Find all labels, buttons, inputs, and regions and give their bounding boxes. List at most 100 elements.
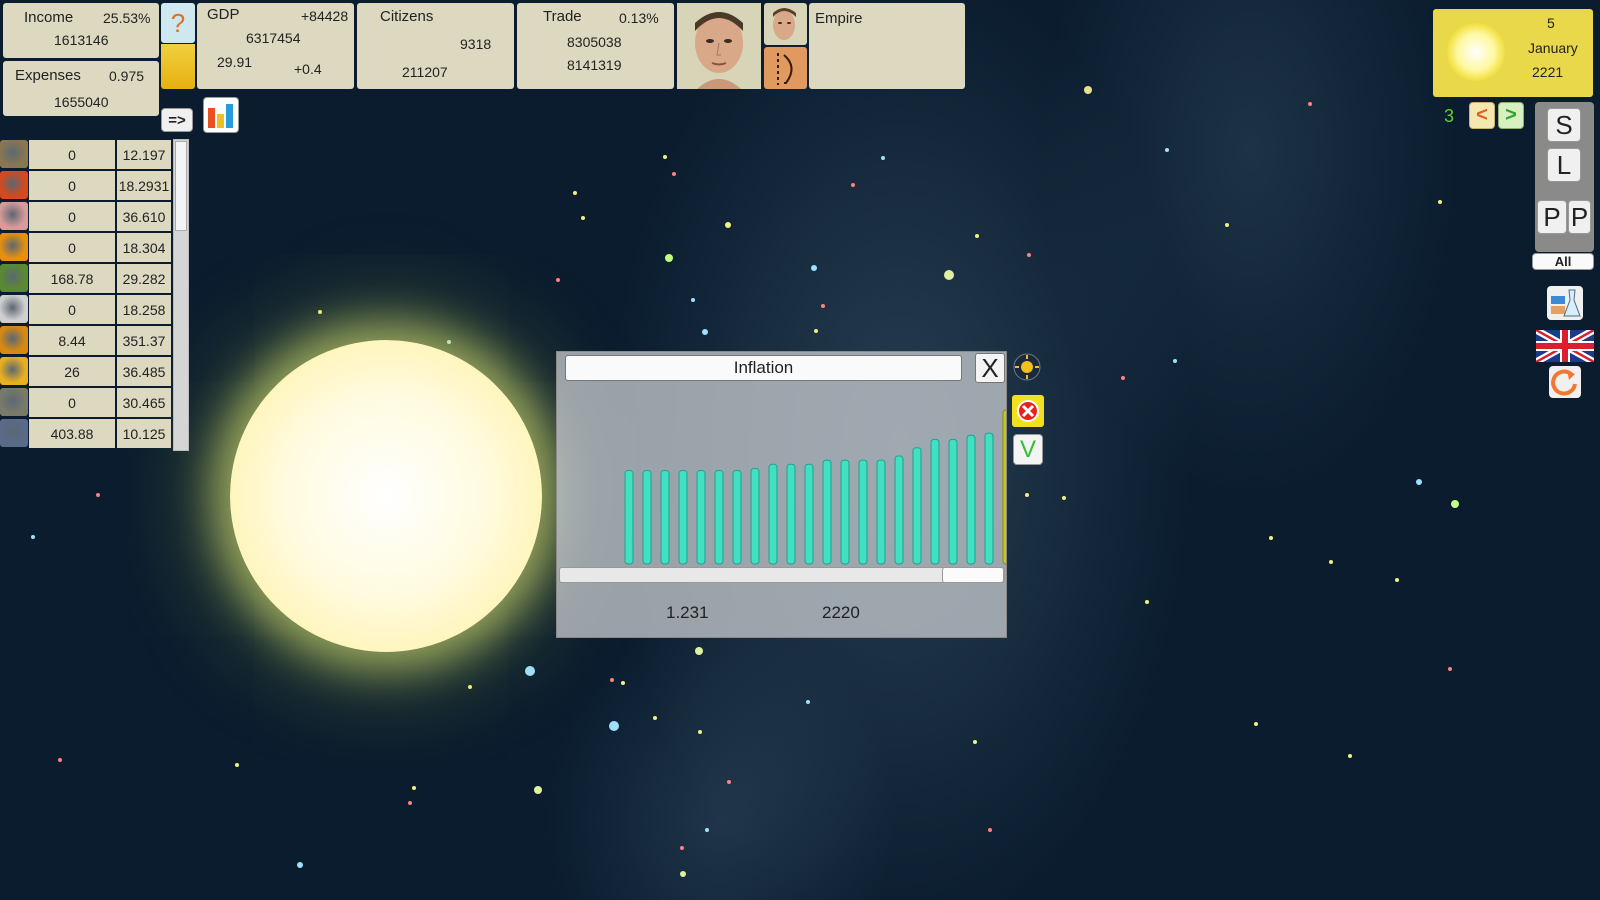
inflation-chart [624,409,1006,565]
trade-panel[interactable]: Trade 0.13% 8305038 8141319 [517,3,674,89]
trade-value-1: 8305038 [567,34,622,50]
resource-row[interactable]: 0 18.304 [0,232,175,262]
bar-chart-icon [208,104,233,128]
income-label: Income [24,9,74,26]
gdp-panel[interactable]: GDP +84428 6317454 29.91 +0.4 [197,3,354,89]
resource-price: 18.258 [117,295,171,324]
inflation-bar[interactable] [858,459,868,565]
advisor-portrait[interactable] [764,3,807,45]
p-button-1-label: P [1543,201,1561,232]
speed-increase-button[interactable]: > [1498,102,1524,129]
cancel-icon [1017,400,1039,422]
resource-row[interactable]: 0 12.197 [0,139,175,169]
leader-face-icon [677,3,761,89]
help-button[interactable]: ? [161,3,195,43]
load-button[interactable]: L [1547,148,1581,182]
chart-settings-button[interactable] [1012,352,1042,382]
inflation-bar[interactable] [732,470,742,565]
inflation-bar[interactable] [984,432,994,565]
inflation-bar[interactable] [930,438,940,565]
citizens-panel[interactable]: Citizens 9318 211207 [357,3,514,89]
resource-row[interactable]: 0 18.2931 [0,170,175,200]
citizens-value-1: 9318 [460,36,492,52]
trade-percent: 0.13% [619,10,659,26]
trade-value-2: 8141319 [567,57,622,73]
empire-label: Empire [815,10,863,27]
expenses-panel[interactable]: Expenses 0.975 1655040 [3,61,159,116]
statistics-button[interactable] [203,97,239,133]
date-panel[interactable]: 5 January 2221 [1433,9,1593,97]
inflation-bar[interactable] [822,459,832,565]
resource-row[interactable]: 0 30.465 [0,387,175,417]
p-button-2[interactable]: P [1568,200,1591,234]
resource-scrollbar[interactable] [173,139,189,451]
all-button[interactable]: All [1532,253,1594,270]
dialog-title: Inflation [565,355,962,381]
inflation-bar[interactable] [750,467,760,565]
inflation-bar[interactable] [804,463,814,565]
citizens-label: Citizens [380,8,434,25]
resource-row[interactable]: 403.88 10.125 [0,418,175,448]
save-button[interactable]: S [1547,108,1581,142]
all-label: All [1554,254,1572,269]
close-label: X [981,352,999,383]
p-button-2-label: P [1570,201,1589,232]
wheat-icon [0,140,28,168]
resource-price: 351.37 [117,326,171,355]
resource-price: 18.304 [117,233,171,262]
inflation-bar[interactable] [624,470,634,565]
selected-value: 1.231 [666,603,709,622]
chart-scrollbar-thumb[interactable] [942,567,1004,583]
date-month: January [1528,40,1578,56]
chart-scrollbar[interactable] [559,567,1005,583]
resource-row[interactable]: 0 36.610 [0,201,175,231]
inflation-bar[interactable] [948,438,958,565]
inflation-bar[interactable] [696,470,706,565]
resource-row[interactable]: 168.78 29.282 [0,263,175,293]
inflation-bar[interactable] [894,455,904,565]
lab-flask-icon [1551,289,1581,317]
income-panel[interactable]: Income 25.53% 1613146 [3,3,159,58]
speed-decrease-label: < [1476,104,1488,126]
expand-button[interactable]: => [161,108,193,132]
diplomacy-button[interactable] [764,47,807,89]
research-button[interactable] [1547,286,1583,320]
resource-scrollbar-thumb[interactable] [175,141,187,231]
leader-portrait[interactable] [677,3,761,89]
resource-price: 29.282 [117,264,171,293]
inflation-bar[interactable] [768,463,778,565]
resource-price: 36.610 [117,202,171,231]
sun-gear-icon [1013,353,1041,381]
meat-icon [0,202,28,230]
p-button-1[interactable]: P [1537,200,1567,234]
happiness-meter [161,44,195,89]
resource-row[interactable]: 0 18.258 [0,294,175,324]
inflation-bar[interactable] [714,470,724,565]
inflation-bar[interactable] [642,470,652,565]
orange-icon [0,233,28,261]
empire-panel[interactable]: Empire [809,3,965,89]
inflation-bar[interactable] [966,434,976,565]
inflation-bar[interactable] [678,470,688,565]
inflation-bar[interactable] [660,470,670,565]
refresh-button[interactable] [1549,366,1581,398]
gdp-left-value: 29.91 [217,54,253,70]
resource-row[interactable]: 8.44 351.37 [0,325,175,355]
game-speed-value: 3 [1444,106,1455,126]
inflation-bar[interactable] [840,459,850,565]
quill-icon [777,53,793,85]
inflation-bar[interactable] [786,463,796,565]
resource-amount: 26 [29,357,115,386]
cancel-button[interactable] [1012,395,1044,427]
language-button[interactable] [1534,326,1596,366]
speed-decrease-button[interactable]: < [1469,102,1495,129]
confirm-button[interactable]: V [1013,434,1043,465]
close-button[interactable]: X [975,353,1005,383]
uk-flag-icon [1534,326,1596,366]
inflation-bar[interactable] [876,459,886,565]
inflation-bar[interactable] [912,447,922,565]
resource-row[interactable]: 26 36.485 [0,356,175,386]
resource-amount: 0 [29,202,115,231]
inflation-bar-selected[interactable] [1002,409,1006,565]
sun[interactable] [230,340,542,652]
